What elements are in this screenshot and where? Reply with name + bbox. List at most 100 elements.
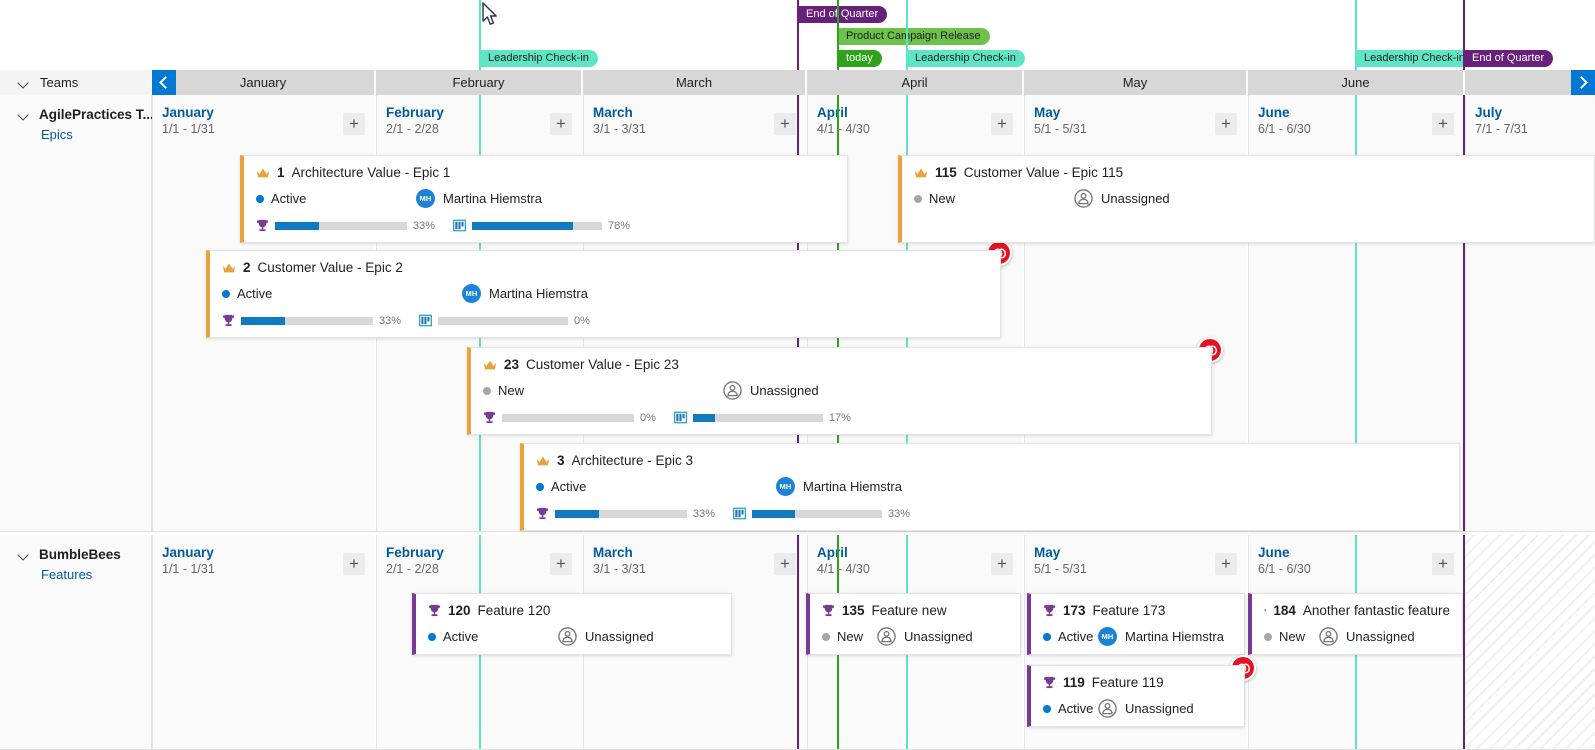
feature-card[interactable]: 135Feature newNewUnassigned [806, 593, 1021, 655]
state-dot-icon [428, 633, 436, 641]
iteration-header: January1/1 - 1/31+ [153, 95, 374, 143]
month-header-february[interactable]: February [376, 70, 581, 95]
chevron-left-icon [159, 76, 172, 89]
state-dot-icon [222, 290, 230, 298]
scroll-next-button[interactable] [1571, 70, 1595, 95]
chevron-down-icon[interactable] [18, 109, 30, 121]
iteration-header: July7/1 - 7/31 [1466, 95, 1595, 143]
card-assignee-label: Unassigned [1125, 701, 1194, 716]
progress-board: 33% [733, 507, 910, 520]
card-meta-row: NewUnassigned [483, 381, 1199, 400]
team-backlog-link[interactable]: Features [0, 567, 151, 582]
card-title: Another fantastic feature [1303, 603, 1450, 618]
card-id: 173 [1063, 603, 1086, 618]
chevron-down-icon[interactable] [18, 549, 30, 561]
delivery-plan-view: End of Quarter Product Campaign Release to… [0, 0, 1595, 750]
add-item-button[interactable]: + [550, 113, 572, 135]
card-assignee-label: Unassigned [585, 629, 654, 644]
milestone-marker-leadership-check-in[interactable]: Leadership Check-in [908, 50, 1025, 67]
add-item-button[interactable]: + [343, 113, 365, 135]
team-name-row[interactable]: BumbleBees [0, 535, 151, 562]
card-state-label: New [837, 629, 863, 644]
progress-track [555, 510, 687, 518]
add-item-button[interactable]: + [1215, 113, 1237, 135]
add-item-button[interactable]: + [1215, 553, 1237, 575]
progress-percent-label: 33% [693, 508, 715, 520]
card-title-row: 135Feature new [822, 603, 1008, 618]
marker-gridline [797, 535, 799, 749]
scroll-previous-button[interactable] [152, 70, 176, 95]
team-backlog-link[interactable]: Epics [0, 127, 151, 142]
add-item-button[interactable]: + [343, 553, 365, 575]
card-assignee-label: Martina Hiemstra [1125, 629, 1224, 644]
iteration-month-label[interactable]: July [1475, 105, 1595, 121]
card-id: 119 [1063, 675, 1085, 690]
month-header-june[interactable]: June [1248, 70, 1463, 95]
card-meta-row: NewUnassigned [1264, 627, 1450, 646]
milestone-marker-product-campaign-release[interactable]: Product Campaign Release [839, 28, 990, 45]
state-dot-icon [256, 195, 264, 203]
progress-percent-label: 33% [888, 508, 910, 520]
month-header-label: May [1123, 75, 1148, 90]
card-title: Architecture Value - Epic 1 [292, 165, 451, 180]
card-state: Active [256, 191, 416, 206]
state-dot-icon [1043, 633, 1051, 641]
card-state: Active [222, 286, 462, 301]
trophy-icon [1264, 604, 1266, 617]
feature-card[interactable]: 120Feature 120ActiveUnassigned [412, 593, 732, 655]
epic-card[interactable]: 115Customer Value - Epic 115NewUnassigne… [898, 155, 1595, 243]
card-title-row: 119Feature 119 [1043, 675, 1232, 690]
team-name-row[interactable]: AgilePractices T... [0, 95, 151, 122]
milestone-marker-today[interactable]: today [839, 50, 882, 67]
card-state-label: Active [271, 191, 306, 206]
crown-icon [914, 167, 928, 179]
progress-fill [555, 510, 599, 518]
month-header-label: April [901, 75, 927, 90]
card-state-label: New [929, 191, 955, 206]
card-title-row: 173Feature 173 [1043, 603, 1232, 618]
month-header-january[interactable]: January [152, 70, 374, 95]
add-item-button[interactable]: + [991, 553, 1013, 575]
teams-column-header[interactable]: Teams [0, 70, 152, 95]
progress-board: 78% [453, 219, 630, 232]
unassigned-avatar-icon [1319, 627, 1338, 646]
progress-board: 17% [674, 411, 851, 424]
team-name-label: AgilePractices T... [39, 107, 154, 122]
card-id: 135 [842, 603, 865, 618]
progress-percent-label: 33% [379, 315, 401, 327]
card-id: 3 [557, 453, 565, 468]
epic-card[interactable]: 1Architecture Value - Epic 1ActiveMHMart… [240, 155, 848, 243]
progress-board: 0% [419, 314, 590, 327]
milestone-marker-leadership-check-in[interactable]: Leadership Check-in [1357, 50, 1474, 67]
avatar: MH [1098, 627, 1117, 646]
epic-card[interactable]: 2Customer Value - Epic 2ActiveMHMartina … [206, 250, 1001, 338]
progress-trophy: 33% [256, 219, 435, 232]
avatar: MH [462, 284, 481, 303]
add-item-button[interactable]: + [1432, 113, 1454, 135]
add-item-button[interactable]: + [1432, 553, 1454, 575]
feature-card[interactable]: 184Another fantastic featureNewUnassigne… [1248, 593, 1463, 655]
card-title-row: 1Architecture Value - Epic 1 [256, 165, 835, 180]
trophy-icon [822, 604, 835, 617]
month-header-march[interactable]: March [583, 70, 805, 95]
iteration-header: March3/1 - 3/31+ [584, 95, 805, 143]
card-meta-row: ActiveMHMartina Hiemstra [1043, 627, 1232, 646]
add-item-button[interactable]: + [774, 553, 796, 575]
milestone-marker-leadership-check-in[interactable]: Leadership Check-in [481, 50, 598, 67]
state-dot-icon [914, 195, 922, 203]
milestone-marker-end-of-quarter[interactable]: End of Quarter [799, 6, 887, 23]
board-icon [674, 411, 687, 424]
add-item-button[interactable]: + [550, 553, 572, 575]
feature-card[interactable]: 119Feature 119ActiveUnassigned [1027, 665, 1245, 727]
month-header-april[interactable]: April [807, 70, 1022, 95]
month-header-may[interactable]: May [1024, 70, 1246, 95]
card-assignee: Unassigned [1074, 189, 1170, 208]
epic-card[interactable]: 3Architecture - Epic 3ActiveMHMartina Hi… [520, 443, 1460, 531]
feature-card[interactable]: 173Feature 173ActiveMHMartina Hiemstra [1027, 593, 1245, 655]
progress-percent-label: 17% [829, 412, 851, 424]
add-item-button[interactable]: + [774, 113, 796, 135]
epic-card[interactable]: 23Customer Value - Epic 23NewUnassigned0… [467, 347, 1212, 435]
chevron-right-icon [1575, 76, 1588, 89]
milestone-marker-end-of-quarter[interactable]: End of Quarter [1465, 50, 1553, 67]
add-item-button[interactable]: + [991, 113, 1013, 135]
